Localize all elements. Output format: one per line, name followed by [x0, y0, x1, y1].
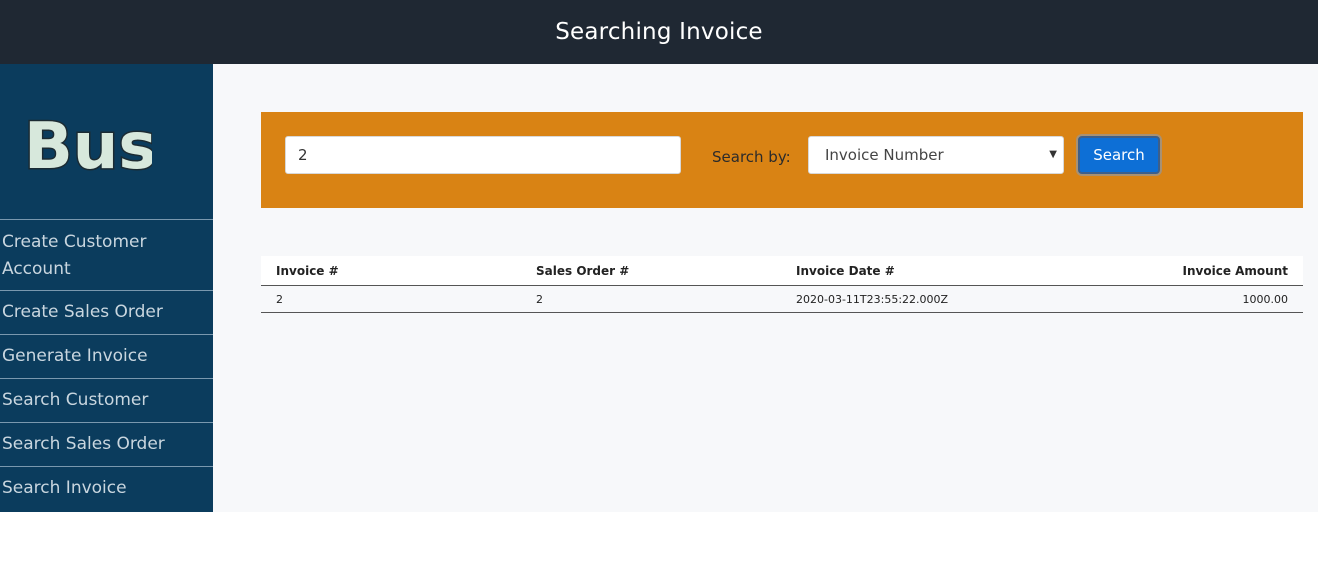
search-by-select[interactable]: Invoice Number ▼ [808, 136, 1064, 174]
caret-down-icon: ▼ [1049, 149, 1057, 160]
main-content: Search by: Invoice Number ▼ Search Invoi… [213, 64, 1318, 512]
search-by-selected-value: Invoice Number [825, 146, 944, 164]
sidebar-item-search-customer[interactable]: Search Customer [0, 379, 213, 423]
sidebar-item-label: Create Customer Account [2, 232, 147, 279]
logo: Busi [0, 64, 213, 220]
sidebar-item-label: Create Sales Order [2, 302, 163, 322]
search-panel: Search by: Invoice Number ▼ Search [261, 112, 1303, 208]
column-header-invoice-amount: Invoice Amount [1080, 256, 1303, 286]
results-table: Invoice # Sales Order # Invoice Date # I… [261, 256, 1303, 313]
table-header-row: Invoice # Sales Order # Invoice Date # I… [261, 256, 1303, 286]
search-button[interactable]: Search [1078, 136, 1160, 174]
sidebar-item-label: Generate Invoice [2, 346, 148, 366]
cell-sales-order-number: 2 [521, 285, 781, 313]
busi-logo-icon: Busi [23, 108, 153, 178]
cell-invoice-date: 2020-03-11T23:55:22.000Z [781, 285, 1081, 313]
search-input[interactable] [285, 136, 681, 174]
sidebar-item-label: Search Invoice [2, 478, 127, 498]
search-by-label: Search by: [712, 148, 791, 166]
table-row[interactable]: 2 2 2020-03-11T23:55:22.000Z 1000.00 [261, 285, 1303, 313]
svg-text:Busi: Busi [24, 110, 152, 178]
sidebar: Busi Create Customer Account Create Sale… [0, 64, 213, 512]
sidebar-item-label: Search Customer [2, 390, 149, 410]
sidebar-item-search-invoice[interactable]: Search Invoice [0, 467, 213, 511]
column-header-sales-order-number: Sales Order # [521, 256, 781, 286]
cell-invoice-amount: 1000.00 [1080, 285, 1303, 313]
page-title: Searching Invoice [555, 19, 763, 45]
top-bar: Searching Invoice [0, 0, 1318, 64]
sidebar-item-generate-invoice[interactable]: Generate Invoice [0, 335, 213, 379]
sidebar-item-search-sales-order[interactable]: Search Sales Order [0, 423, 213, 467]
sidebar-item-label: Search Sales Order [2, 434, 165, 454]
column-header-invoice-number: Invoice # [261, 256, 521, 286]
cell-invoice-number: 2 [261, 285, 521, 313]
column-header-invoice-date: Invoice Date # [781, 256, 1081, 286]
sidebar-item-create-customer-account[interactable]: Create Customer Account [0, 220, 213, 291]
sidebar-item-create-sales-order[interactable]: Create Sales Order [0, 291, 213, 335]
